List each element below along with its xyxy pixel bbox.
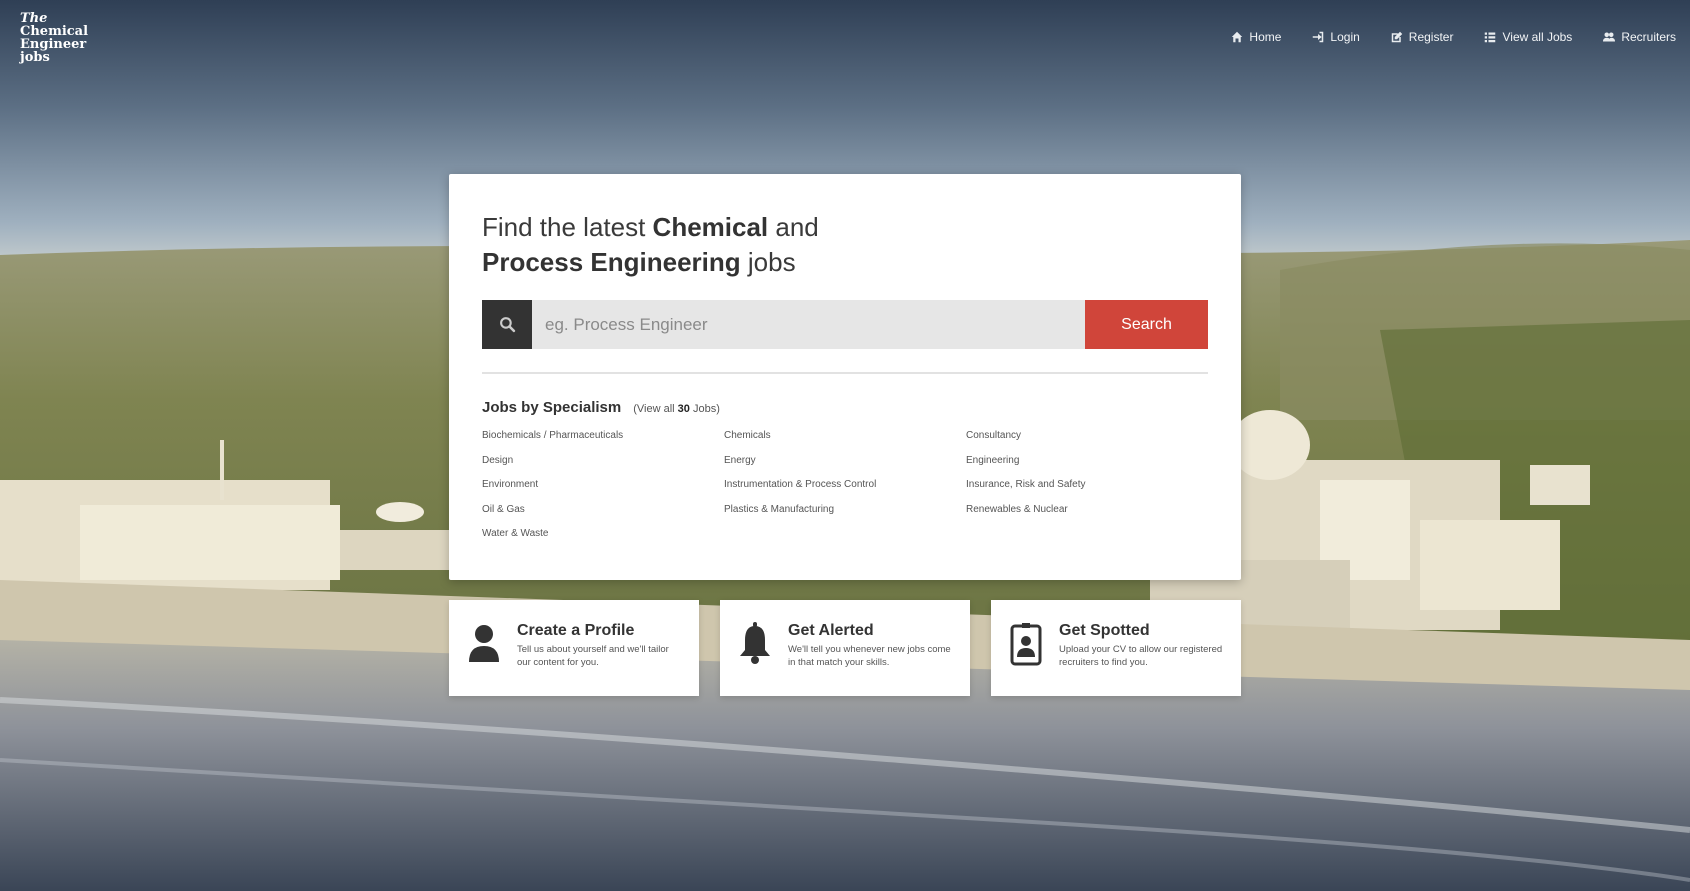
specialism-link[interactable]: Insurance, Risk and Safety (966, 479, 1208, 492)
sign-in-icon (1313, 31, 1324, 43)
divider (482, 372, 1208, 374)
logo-line: jobs (20, 50, 50, 65)
specialism-link[interactable]: Renewables & Nuclear (966, 504, 1208, 517)
headline-bold: Process Engineering (482, 247, 741, 277)
user-icon (467, 622, 501, 666)
home-icon (1232, 31, 1243, 43)
specialism-link[interactable]: Design (482, 455, 724, 468)
search-bar: Search (482, 300, 1208, 349)
search-button[interactable]: Search (1085, 300, 1208, 349)
edit-icon (1391, 31, 1403, 43)
nav-view-all-jobs-label: View all Jobs (1502, 30, 1573, 44)
specialism-link[interactable]: Chemicals (724, 430, 966, 443)
nav-view-all-jobs[interactable]: View all Jobs (1484, 30, 1572, 44)
specialism-link[interactable]: Plastics & Manufacturing (724, 504, 966, 517)
headline-text: Find the latest (482, 212, 653, 242)
search-input[interactable] (532, 300, 1085, 349)
top-nav: Home Login Register View all Jobs Recrui… (1200, 30, 1676, 44)
users-icon (1603, 32, 1616, 42)
specialism-link[interactable]: Oil & Gas (482, 504, 724, 517)
headline-text: and (768, 212, 819, 242)
specialism-link[interactable]: Water & Waste (482, 528, 724, 541)
view-all-prefix: (View all (633, 403, 678, 415)
specialism-link[interactable]: Instrumentation & Process Control (724, 479, 966, 492)
feature-text: Upload your CV to allow our registered r… (1059, 644, 1223, 668)
specialism-title: Jobs by Specialism (482, 399, 622, 416)
nav-home[interactable]: Home (1231, 30, 1281, 44)
site-logo[interactable]: The Chemical Engineer jobs (20, 12, 90, 64)
specialism-link[interactable]: Environment (482, 479, 724, 492)
nav-register[interactable]: Register (1391, 30, 1454, 44)
view-all-suffix: Jobs) (689, 403, 720, 415)
search-icon (499, 317, 515, 333)
nav-home-label: Home (1249, 30, 1282, 44)
specialism-link[interactable]: Consultancy (966, 430, 1208, 443)
headline-bold: Chemical (652, 212, 769, 242)
feature-text: Tell us about yourself and we'll tailor … (517, 644, 669, 668)
feature-get-spotted[interactable]: Get Spotted Upload your CV to allow our … (991, 600, 1241, 696)
feature-get-alerted[interactable]: Get Alerted We'll tell you whenever new … (720, 600, 970, 696)
list-icon (1485, 32, 1496, 43)
nav-register-label: Register (1408, 30, 1454, 44)
job-count: 30 (677, 403, 690, 415)
search-icon-container (482, 300, 532, 349)
specialism-list: Biochemicals / Pharmaceuticals Chemicals… (482, 430, 1208, 541)
headline-text: jobs (740, 247, 796, 277)
feature-text: We'll tell you whenever new jobs come in… (788, 644, 951, 668)
specialism-link[interactable]: Energy (724, 455, 966, 468)
specialism-link[interactable]: Biochemicals / Pharmaceuticals (482, 430, 724, 443)
job-search-panel: Find the latest Chemical and Process Eng… (449, 174, 1241, 580)
nav-recruiters-label: Recruiters (1621, 30, 1676, 44)
view-all-jobs-link[interactable]: (View all 30 Jobs) (633, 403, 720, 415)
feature-create-profile[interactable]: Create a Profile Tell us about yourself … (449, 600, 699, 696)
feature-title: Get Alerted (788, 622, 874, 639)
nav-login-label: Login (1330, 30, 1360, 44)
specialism-header: Jobs by Specialism (View all 30 Jobs) (482, 399, 1208, 416)
specialism-link[interactable]: Engineering (966, 455, 1208, 468)
nav-login[interactable]: Login (1312, 30, 1360, 44)
id-badge-icon (1009, 622, 1043, 666)
feature-title: Create a Profile (517, 622, 635, 639)
bell-icon (738, 622, 772, 666)
page-title: Find the latest Chemical and Process Eng… (482, 210, 1208, 280)
nav-recruiters[interactable]: Recruiters (1603, 30, 1676, 44)
feature-title: Get Spotted (1059, 622, 1150, 639)
